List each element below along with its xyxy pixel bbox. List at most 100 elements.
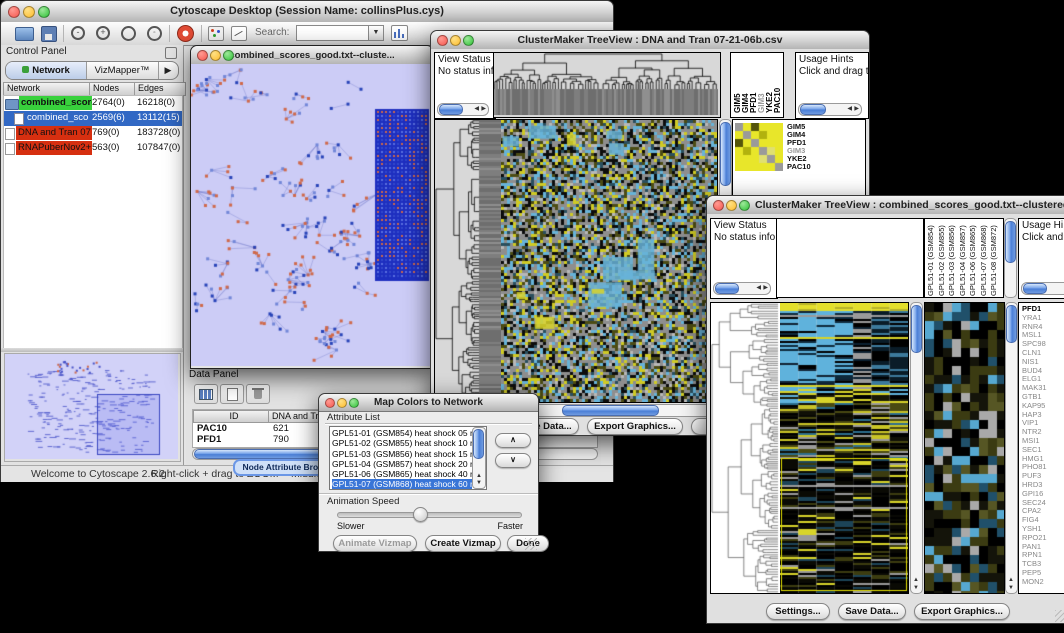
network-canvas-area[interactable]	[191, 64, 433, 366]
attribute-list-vscrollbar[interactable]: ▲▼	[472, 427, 486, 489]
column-dendrogram[interactable]	[776, 218, 924, 298]
tabs-overflow-arrow-icon[interactable]: ▶	[158, 62, 178, 79]
usage-hints-hscrollbar[interactable]: ◀▶	[798, 103, 862, 116]
main-title-bar[interactable]: Cytoscape Desktop (Session Name: collins…	[1, 1, 613, 23]
close-icon[interactable]	[325, 398, 335, 408]
network-row[interactable]: combined_scores_ 2764(0) 16218(0)	[4, 96, 182, 111]
minimize-icon[interactable]	[210, 50, 221, 61]
gene-labels-panel: PFD1YRA1RNR4MSL1SPC98CLN1NIS1BUD4ELG1MAK…	[1018, 302, 1064, 594]
close-icon[interactable]	[713, 200, 724, 211]
row-dendrogram[interactable]	[710, 302, 780, 594]
open-icon[interactable]	[15, 27, 34, 41]
attribute-list[interactable]: GPL51-01 (GSM854) heat shock 05 minGPL51…	[329, 426, 487, 490]
data-col-id[interactable]: ID	[193, 410, 272, 423]
zoom-window-icon[interactable]	[38, 6, 50, 18]
scrollbar-thumb[interactable]	[562, 405, 659, 416]
attribute-item[interactable]: GPL51-04 (GSM857) heat shock 20 min	[332, 459, 472, 469]
minimize-icon[interactable]	[337, 398, 347, 408]
minimize-icon[interactable]	[726, 200, 737, 211]
scrollbar-thumb[interactable]	[1005, 221, 1016, 263]
network-view-title-bar[interactable]: combined_scores_good.txt--cluste...	[191, 46, 433, 65]
zoom-window-icon[interactable]	[223, 50, 234, 61]
minimize-icon[interactable]	[450, 35, 461, 46]
create-vizmap-button[interactable]: Create Vizmap	[425, 535, 501, 552]
close-icon[interactable]	[197, 50, 208, 61]
usage-hints-hscrollbar[interactable]	[1021, 282, 1064, 295]
resize-grip[interactable]	[1055, 610, 1064, 622]
help-lifering-icon[interactable]	[177, 25, 194, 42]
scrollbar-thumb[interactable]	[1006, 305, 1017, 343]
zoom-fit-icon[interactable]	[121, 26, 136, 41]
search-dropdown-arrow-icon[interactable]: ▼	[368, 25, 384, 41]
gene-label[interactable]: MON2	[1022, 578, 1047, 587]
data-row-id[interactable]: PAC10	[195, 423, 267, 434]
close-icon[interactable]	[8, 6, 20, 18]
tab-vizmapper[interactable]: VizMapper™	[86, 62, 159, 79]
attribute-select-button[interactable]	[194, 384, 218, 404]
heatmap-zoom-panel[interactable]	[924, 302, 1005, 594]
attribute-item[interactable]: GPL51-03 (GSM856) heat shock 15 min	[332, 449, 472, 459]
scrollbar-thumb[interactable]	[473, 429, 484, 459]
slider-thumb[interactable]	[413, 507, 428, 522]
heatmap-main[interactable]	[501, 119, 718, 403]
network-edges: 16218(0)	[135, 96, 184, 110]
export-graphics-button[interactable]: Export Graphics...	[587, 418, 683, 435]
save-icon[interactable]	[41, 26, 57, 42]
zoom-in-icon[interactable]: +	[96, 26, 110, 40]
gene-row-label[interactable]: PAC10	[787, 163, 811, 171]
gene-column-label: GIM3	[757, 55, 765, 113]
zoom-vscrollbar[interactable]: ▲▼	[1005, 302, 1018, 594]
scrollbar-thumb[interactable]	[720, 122, 731, 186]
slider-slower-label: Slower	[337, 521, 365, 531]
minimize-icon[interactable]	[23, 6, 35, 18]
columns-vscrollbar[interactable]	[1004, 218, 1017, 298]
network-row[interactable]: DNA and Tran 07 769(0) 183728(0)	[4, 126, 182, 141]
dialog-title-bar[interactable]: Map Colors to Network	[319, 394, 538, 412]
vizmapper-icon[interactable]	[208, 26, 224, 41]
col-header-network[interactable]: Network	[3, 82, 93, 96]
heatmap-vscrollbar[interactable]: ▲▼	[910, 302, 923, 594]
treeview-dna-title-bar[interactable]: ClusterMaker TreeView : DNA and Tran 07-…	[431, 31, 869, 50]
zoom-selected-icon[interactable]: ▫	[147, 26, 162, 41]
zoom-window-icon[interactable]	[349, 398, 359, 408]
overview-divider[interactable]	[1, 348, 183, 352]
new-attribute-button[interactable]	[220, 384, 244, 404]
attribute-item[interactable]: GPL51-01 (GSM854) heat shock 05 min	[332, 428, 472, 438]
attribute-item[interactable]: GPL51-07 (GSM868) heat shock 60 min	[332, 479, 472, 489]
gene-column-label: GIM5	[733, 55, 741, 113]
animation-speed-slider[interactable]	[337, 512, 522, 518]
export-graphics-button[interactable]: Export Graphics...	[914, 603, 1010, 620]
column-dendrogram[interactable]	[493, 52, 721, 118]
data-row-id[interactable]: PFD1	[195, 434, 267, 445]
move-up-button[interactable]: ∧	[495, 433, 531, 448]
annotation-icon[interactable]	[231, 26, 247, 41]
network-row[interactable]: RNAPuberNov2+! 563(0) 107847(0)	[4, 141, 182, 156]
control-panel-float-icon[interactable]	[165, 47, 177, 59]
search-input[interactable]	[296, 25, 370, 41]
view-status-hscrollbar[interactable]: ◀▶	[437, 103, 489, 116]
tab-network[interactable]: Network	[6, 62, 87, 79]
attribute-browser-icon[interactable]	[391, 25, 408, 41]
row-dendrogram[interactable]	[434, 119, 501, 403]
delete-attribute-button[interactable]	[246, 384, 270, 404]
zoom-window-icon[interactable]	[739, 200, 750, 211]
close-icon[interactable]	[437, 35, 448, 46]
col-header-edges[interactable]: Edges	[134, 82, 186, 96]
network-row-selected[interactable]: combined_sco 2569(6) 13112(15)	[4, 111, 182, 126]
scrollbar-thumb[interactable]	[911, 305, 922, 353]
heatmap-main[interactable]	[780, 302, 909, 594]
treeview-combined-title-bar[interactable]: ClusterMaker TreeView : combined_scores_…	[707, 196, 1064, 215]
map-colors-dialog: Map Colors to Network Attribute List GPL…	[318, 393, 539, 552]
move-down-button[interactable]: ∨	[495, 453, 531, 468]
settings-button[interactable]: Settings...	[766, 603, 830, 620]
animate-vizmap-button[interactable]: Animate Vizmap	[333, 535, 417, 552]
view-status-hscrollbar[interactable]: ◀▶	[713, 282, 771, 295]
col-header-nodes[interactable]: Nodes	[89, 82, 138, 96]
attribute-item[interactable]: GPL51-02 (GSM855) heat shock 10 min	[332, 438, 472, 448]
network-overview[interactable]	[4, 353, 181, 462]
zoom-window-icon[interactable]	[463, 35, 474, 46]
zoom-out-icon[interactable]: -	[71, 26, 85, 40]
attribute-item[interactable]: GPL51-06 (GSM865) heat shock 40 min	[332, 469, 472, 479]
save-data-button[interactable]: Save Data...	[838, 603, 906, 620]
resize-grip[interactable]	[525, 538, 537, 550]
